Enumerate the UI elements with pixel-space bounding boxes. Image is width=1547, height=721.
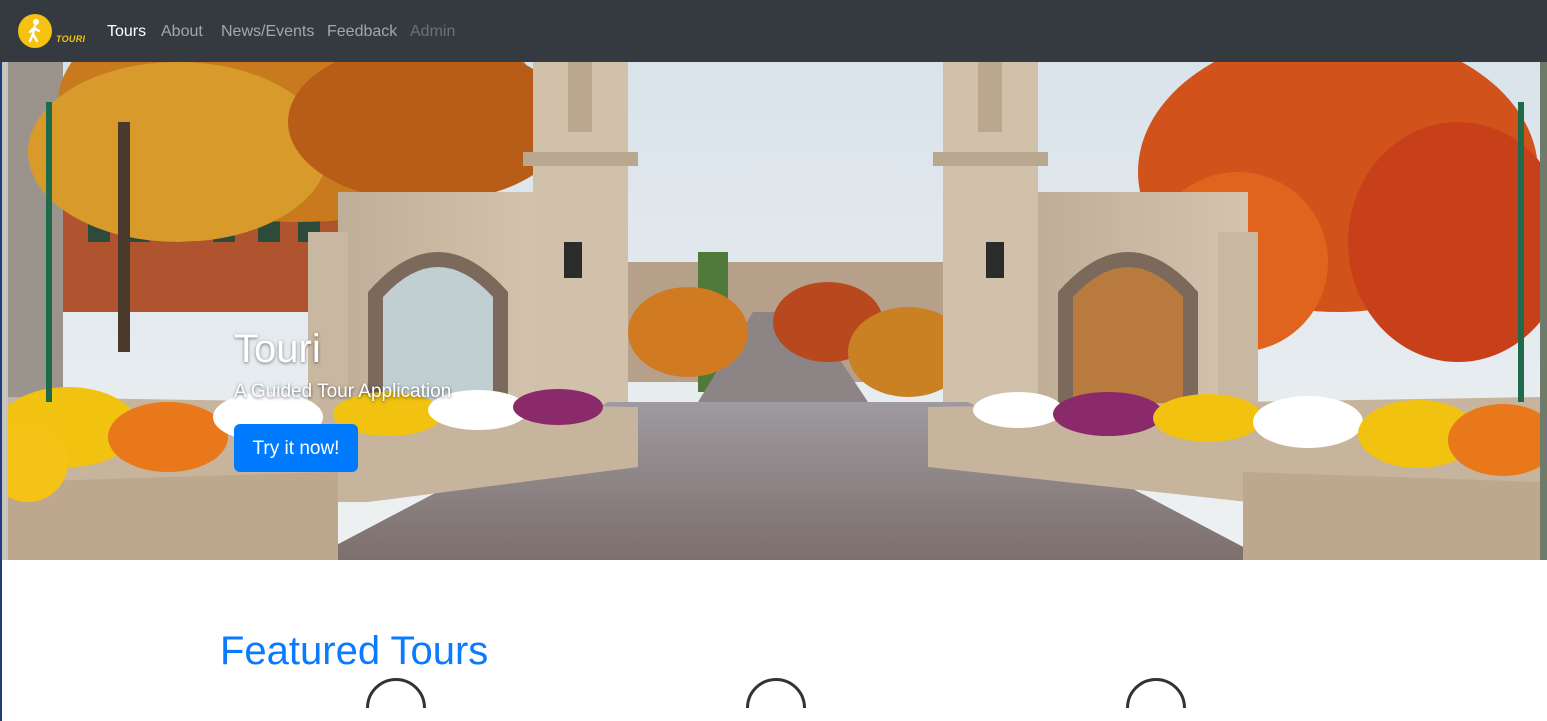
featured-tour-image-3[interactable] [1126, 678, 1186, 708]
featured-tours-heading: Featured Tours [220, 629, 489, 673]
nav-link-admin: Admin [410, 23, 456, 40]
hero-right-edge [1540, 62, 1547, 560]
nav-link-news-events[interactable]: News/Events [221, 22, 314, 42]
hero-title: Touri [234, 327, 321, 371]
featured-tour-image-1[interactable] [366, 678, 426, 708]
try-it-now-button[interactable]: Try it now! [234, 424, 358, 472]
top-navbar: TOURI Tours About News/Events Feedback A… [0, 0, 1547, 62]
page-left-border [0, 62, 2, 721]
walking-person-icon [18, 14, 52, 48]
try-it-now-label: Try it now! [252, 438, 340, 459]
brand-text: TOURI [56, 34, 86, 44]
nav-link-tours[interactable]: Tours [107, 22, 146, 42]
hero-subtitle: A Guided Tour Application [234, 381, 452, 402]
brand-logo[interactable]: TOURI [16, 12, 86, 52]
nav-link-about[interactable]: About [161, 22, 203, 42]
hero-carousel: Touri A Guided Tour Application Try it n… [8, 62, 1540, 560]
featured-tour-image-2[interactable] [746, 678, 806, 708]
hero-campus-gate-image [8, 62, 1540, 560]
nav-link-feedback[interactable]: Feedback [327, 22, 397, 42]
